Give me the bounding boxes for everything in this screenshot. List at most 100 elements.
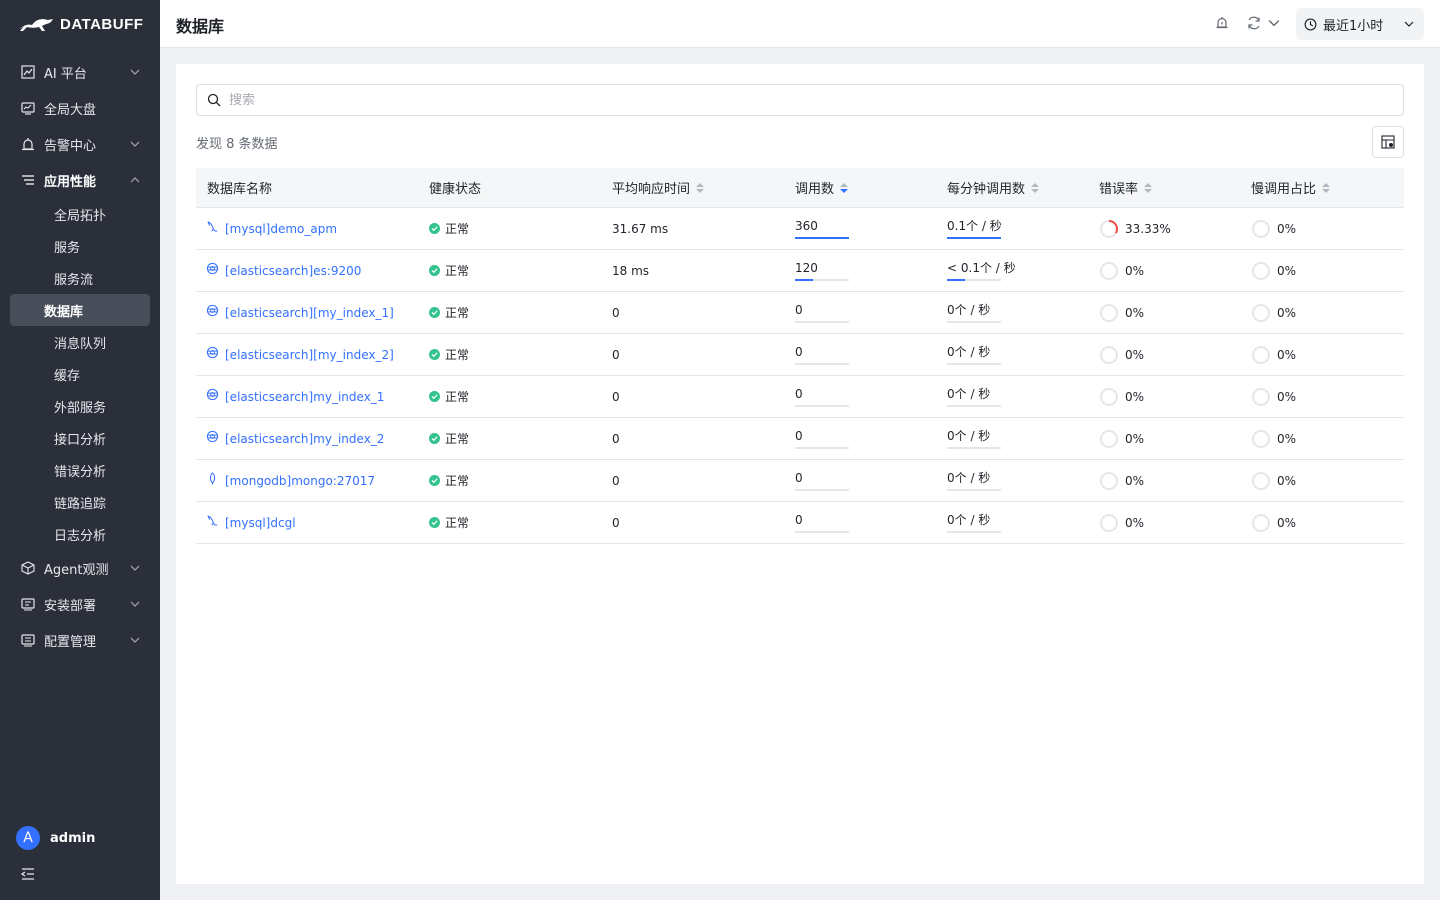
sidebar-subitem-external-service[interactable]: 外部服务 xyxy=(10,390,150,422)
column-settings-button[interactable] xyxy=(1372,126,1404,158)
sidebar-item-agent[interactable]: Agent观测 xyxy=(0,550,160,586)
db-name-link[interactable]: [mongodb]mongo:27017 xyxy=(225,474,375,488)
refresh-dropdown-chevron-icon[interactable] xyxy=(1268,17,1280,29)
sidebar-subitem-trace[interactable]: 链路追踪 xyxy=(10,486,150,518)
sidebar-item-ai-platform[interactable]: AI 平台 xyxy=(0,54,160,90)
calls-value: 0 xyxy=(795,302,803,317)
cpm-cell: 0个 / 秒 xyxy=(947,429,1099,449)
db-name-link[interactable]: [elasticsearch][my_index_2] xyxy=(225,348,394,362)
avg-response-cell: 0 xyxy=(612,305,620,320)
refresh-icon[interactable] xyxy=(1246,15,1262,31)
health-status: 正常 xyxy=(445,264,470,278)
health-status: 正常 xyxy=(445,222,470,236)
cpm-value: 0个 / 秒 xyxy=(947,512,991,527)
error-rate-cell: 0% xyxy=(1099,429,1251,449)
col-header-avg-response[interactable]: 平均响应时间 xyxy=(612,178,795,197)
elasticsearch-icon xyxy=(206,262,219,279)
db-name-cell: [elasticsearch]my_index_1 xyxy=(196,388,429,405)
brand-logo[interactable]: DATABUFF xyxy=(0,0,160,48)
error-rate-cell: 0% xyxy=(1099,387,1251,407)
table-header: 数据库名称 健康状态 平均响应时间 调用数 每分钟调用数 错误率 慢调用占比 xyxy=(196,168,1404,208)
db-name-link[interactable]: [mysql]dcgl xyxy=(225,516,296,530)
db-name-link[interactable]: [elasticsearch][my_index_1] xyxy=(225,306,394,320)
sidebar-item-label: 安装部署 xyxy=(44,598,97,614)
table-row[interactable]: [mongodb]mongo:27017 正常 0 0 0个 / 秒 0% 0% xyxy=(196,460,1404,502)
table-row[interactable]: [elasticsearch]es:9200 正常 18 ms 120 < 0.… xyxy=(196,250,1404,292)
sidebar-item-global-dashboard[interactable]: 全局大盘 xyxy=(0,90,160,126)
health-status: 正常 xyxy=(445,432,470,446)
sort-icon[interactable] xyxy=(1031,182,1040,193)
collapse-sidebar-icon[interactable] xyxy=(20,866,36,882)
search-box[interactable] xyxy=(196,84,1404,116)
sort-icon[interactable] xyxy=(696,182,705,193)
health-cell: 正常 xyxy=(429,388,612,405)
slow-rate-cell: 0% xyxy=(1251,219,1404,239)
cpm-bar xyxy=(947,362,1001,365)
sidebar-subitem-database[interactable]: 数据库 xyxy=(10,294,150,326)
db-name-link[interactable]: [elasticsearch]my_index_1 xyxy=(225,390,384,404)
dashboard-icon xyxy=(20,100,36,116)
health-cell: 正常 xyxy=(429,346,612,363)
error-rate-value: 0% xyxy=(1125,305,1145,320)
error-rate-ring xyxy=(1099,261,1119,281)
page-title: 数据库 xyxy=(176,17,225,36)
error-rate-cell: 0% xyxy=(1099,345,1251,365)
search-icon xyxy=(207,93,221,107)
db-name-link[interactable]: [elasticsearch]es:9200 xyxy=(225,264,361,278)
cpm-bar xyxy=(947,236,1001,239)
sidebar-subitem-global-topology[interactable]: 全局拓扑 xyxy=(10,198,150,230)
calls-cell: 120 xyxy=(795,261,947,281)
search-input[interactable] xyxy=(229,92,1329,108)
table-row[interactable]: [elasticsearch][my_index_2] 正常 0 0 0个 / … xyxy=(196,334,1404,376)
calls-bar xyxy=(795,320,849,323)
sidebar-subitem-cache[interactable]: 缓存 xyxy=(10,358,150,390)
sidebar-item-config[interactable]: 配置管理 xyxy=(0,622,160,658)
sort-icon[interactable] xyxy=(1322,182,1331,193)
table-row[interactable]: [elasticsearch]my_index_1 正常 0 0 0个 / 秒 … xyxy=(196,376,1404,418)
sidebar-subitem-api-analysis[interactable]: 接口分析 xyxy=(10,422,150,454)
sidebar-item-app-performance[interactable]: 应用性能 xyxy=(0,162,160,198)
sidebar-subitem-error-analysis[interactable]: 错误分析 xyxy=(10,454,150,486)
table-row[interactable]: [mysql]demo_apm 正常 31.67 ms 360 0.1个 / 秒… xyxy=(196,208,1404,250)
col-header-slow-rate[interactable]: 慢调用占比 xyxy=(1251,178,1404,197)
db-name-link[interactable]: [elasticsearch]my_index_2 xyxy=(225,432,384,446)
alarm-icon xyxy=(20,136,36,152)
cpm-cell: 0个 / 秒 xyxy=(947,303,1099,323)
sort-desc-icon[interactable] xyxy=(840,182,849,193)
health-cell: 正常 xyxy=(429,304,612,321)
cpm-value: 0个 / 秒 xyxy=(947,344,991,359)
health-cell: 正常 xyxy=(429,472,612,489)
col-header-calls[interactable]: 调用数 xyxy=(795,178,947,197)
slow-rate-value: 0% xyxy=(1277,473,1297,488)
top-header: 数据库 最近1小时 xyxy=(160,0,1440,48)
sidebar-subitem-log-analysis[interactable]: 日志分析 xyxy=(10,518,150,550)
result-count: 发现 8 条数据 xyxy=(196,137,278,152)
slow-rate-ring xyxy=(1251,219,1271,239)
error-rate-ring xyxy=(1099,303,1119,323)
slow-rate-cell: 0% xyxy=(1251,261,1404,281)
sidebar-subitem-message-queue[interactable]: 消息队列 xyxy=(10,326,150,358)
sidebar-item-alarm-center[interactable]: 告警中心 xyxy=(0,126,160,162)
table-row[interactable]: [elasticsearch]my_index_2 正常 0 0 0个 / 秒 … xyxy=(196,418,1404,460)
time-range-select[interactable]: 最近1小时 xyxy=(1296,8,1424,40)
database-table: 数据库名称 健康状态 平均响应时间 调用数 每分钟调用数 错误率 慢调用占比 [… xyxy=(196,168,1404,544)
cpm-cell: 0.1个 / 秒 xyxy=(947,219,1099,239)
user-profile[interactable]: A admin xyxy=(16,826,95,850)
sidebar-item-install[interactable]: 安装部署 xyxy=(0,586,160,622)
mysql-dolphin-icon xyxy=(206,514,219,531)
sidebar-item-label: Agent观测 xyxy=(44,562,109,578)
alarm-bell-icon[interactable] xyxy=(1214,15,1230,31)
list-icon xyxy=(20,172,36,188)
table-row[interactable]: [mysql]dcgl 正常 0 0 0个 / 秒 0% 0% xyxy=(196,502,1404,544)
sidebar-subitem-service-flow[interactable]: 服务流 xyxy=(10,262,150,294)
table-row[interactable]: [elasticsearch][my_index_1] 正常 0 0 0个 / … xyxy=(196,292,1404,334)
cpm-cell: 0个 / 秒 xyxy=(947,513,1099,533)
calls-bar xyxy=(795,278,849,281)
col-header-cpm[interactable]: 每分钟调用数 xyxy=(947,178,1099,197)
sidebar-subitem-service[interactable]: 服务 xyxy=(10,230,150,262)
avg-response-cell: 18 ms xyxy=(612,263,650,278)
db-name-link[interactable]: [mysql]demo_apm xyxy=(225,222,337,236)
sort-icon[interactable] xyxy=(1144,182,1153,193)
col-header-error-rate[interactable]: 错误率 xyxy=(1099,178,1251,197)
sidebar-nav: AI 平台 全局大盘 告警中心 应用性能 全局拓扑 服务 服务流 数据库 消息队… xyxy=(0,54,160,658)
